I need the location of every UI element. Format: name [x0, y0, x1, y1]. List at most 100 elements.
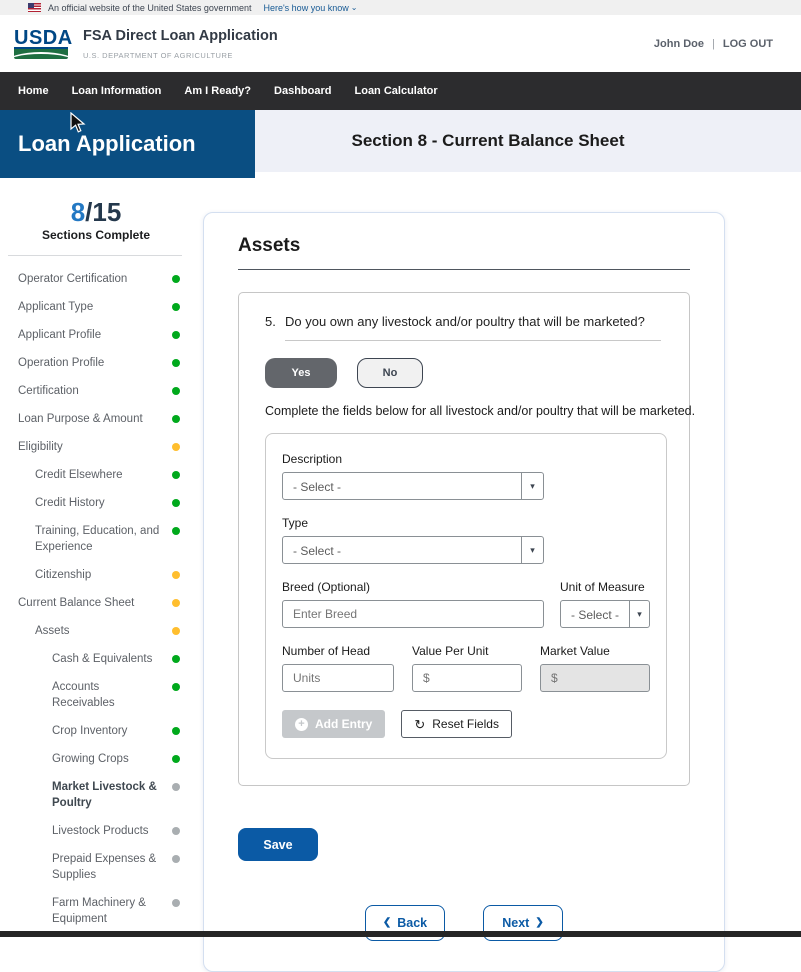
nav-item-home[interactable]: Home	[18, 85, 49, 97]
question-text: 5. Do you own any livestock and/or poult…	[265, 313, 663, 330]
status-dot	[172, 527, 180, 535]
status-dot	[172, 415, 180, 423]
status-dot	[172, 783, 180, 791]
number-of-head-label: Number of Head	[282, 644, 394, 658]
value-per-unit-input[interactable]	[412, 664, 522, 692]
instructions-text: Complete the fields below for all livest…	[265, 404, 710, 419]
usda-logo: USDA	[14, 29, 68, 59]
header-title-block: FSA Direct Loan Application U.S. DEPARTM…	[83, 28, 278, 60]
status-dot	[172, 571, 180, 579]
sidebar-item-growing-crops[interactable]: Growing Crops	[0, 745, 192, 773]
entry-fieldset: Description - Select - ▾ Type - Select -…	[265, 433, 667, 759]
how-you-know-link[interactable]: Here's how you know ⌄	[263, 3, 357, 13]
description-select[interactable]: - Select - ▾	[282, 472, 544, 500]
sidebar-item-credit-history[interactable]: Credit History	[0, 489, 192, 517]
sidebar-item-training-education-experience[interactable]: Training, Education, and Experience	[0, 517, 192, 561]
status-dot	[172, 275, 180, 283]
plus-circle-icon: +	[295, 718, 308, 731]
description-select-toggle[interactable]: ▾	[521, 473, 543, 499]
reset-fields-button[interactable]: ↻ Reset Fields	[401, 710, 512, 738]
question-number: 5.	[265, 313, 285, 330]
main-area: Assets 5. Do you own any livestock and/o…	[192, 178, 801, 972]
breed-field-group: Breed (Optional)	[282, 580, 544, 628]
number-of-head-field-group: Number of Head	[282, 644, 394, 692]
gov-banner-text: An official website of the United States…	[48, 3, 251, 13]
nav-item-loan-information[interactable]: Loan Information	[72, 85, 162, 97]
status-dot	[172, 443, 180, 451]
footer-strip	[0, 931, 801, 937]
sidebar-item-citizenship[interactable]: Citizenship	[0, 561, 192, 589]
user-menu: John Doe | LOG OUT	[654, 38, 773, 50]
status-dot	[172, 855, 180, 863]
divider	[8, 255, 182, 256]
breed-label: Breed (Optional)	[282, 580, 544, 594]
section-header: Section 8 - Current Balance Sheet	[255, 110, 801, 172]
status-dot	[172, 303, 180, 311]
add-entry-button[interactable]: + Add Entry	[282, 710, 385, 738]
unit-of-measure-select[interactable]: - Select - ▾	[560, 600, 650, 628]
status-dot	[172, 471, 180, 479]
type-label: Type	[282, 516, 650, 530]
market-value-label: Market Value	[540, 644, 650, 658]
status-dot	[172, 599, 180, 607]
sidebar-item-prepaid-expenses-supplies[interactable]: Prepaid Expenses & Supplies	[0, 845, 192, 889]
number-of-head-input[interactable]	[282, 664, 394, 692]
sections-complete-count: 8	[71, 197, 85, 227]
sidebar-item-market-livestock-poultry[interactable]: Market Livestock & Poultry	[0, 773, 192, 817]
user-name: John Doe	[654, 38, 704, 50]
sidebar-item-current-balance-sheet[interactable]: Current Balance Sheet	[0, 589, 192, 617]
status-dot	[172, 331, 180, 339]
type-select[interactable]: - Select - ▾	[282, 536, 544, 564]
entry-actions: + Add Entry ↻ Reset Fields	[282, 710, 650, 738]
status-dot	[172, 827, 180, 835]
breed-input[interactable]	[282, 600, 544, 628]
sidebar-item-applicant-profile[interactable]: Applicant Profile	[0, 321, 192, 349]
sidebar-item-farm-machinery-equipment[interactable]: Farm Machinery & Equipment	[0, 889, 192, 933]
progress-label: Sections Complete	[0, 228, 192, 242]
market-value-input	[540, 664, 650, 692]
sidebar-item-operation-profile[interactable]: Operation Profile	[0, 349, 192, 377]
sidebar-item-eligibility[interactable]: Eligibility	[0, 433, 192, 461]
nav-item-am-i-ready[interactable]: Am I Ready?	[184, 85, 251, 97]
sidebar-item-accounts-receivables[interactable]: Accounts Receivables	[0, 673, 192, 717]
status-dot	[172, 683, 180, 691]
section-title: Section 8 - Current Balance Sheet	[351, 131, 624, 151]
divider	[285, 340, 661, 341]
breed-uom-row: Breed (Optional) Unit of Measure - Selec…	[282, 580, 650, 628]
status-dot	[172, 727, 180, 735]
divider	[238, 269, 690, 270]
chevron-right-icon: ❯	[535, 918, 543, 928]
status-dot	[172, 359, 180, 367]
site-header: USDA FSA Direct Loan Application U.S. DE…	[0, 15, 801, 72]
sidebar-item-livestock-products[interactable]: Livestock Products	[0, 817, 192, 845]
sidebar-item-credit-elsewhere[interactable]: Credit Elsewhere	[0, 461, 192, 489]
sidebar-item-loan-purpose-amount[interactable]: Loan Purpose & Amount	[0, 405, 192, 433]
chevron-down-icon: ▾	[530, 546, 535, 555]
nav-item-dashboard[interactable]: Dashboard	[274, 85, 331, 97]
sidebar-item-cash-equivalents[interactable]: Cash & Equivalents	[0, 645, 192, 673]
sidebar-item-crop-inventory[interactable]: Crop Inventory	[0, 717, 192, 745]
save-button[interactable]: Save	[238, 828, 318, 861]
question-box: 5. Do you own any livestock and/or poult…	[238, 292, 690, 786]
sidebar-item-certification[interactable]: Certification	[0, 377, 192, 405]
sidebar-item-assets[interactable]: Assets	[0, 617, 192, 645]
type-select-toggle[interactable]: ▾	[521, 537, 543, 563]
card-title: Assets	[238, 235, 690, 257]
us-flag-icon	[28, 3, 41, 12]
value-per-unit-label: Value Per Unit	[412, 644, 522, 658]
unit-of-measure-select-toggle[interactable]: ▾	[629, 601, 649, 627]
market-value-field-group: Market Value	[540, 644, 650, 692]
sidebar-item-applicant-type[interactable]: Applicant Type	[0, 293, 192, 321]
status-dot	[172, 627, 180, 635]
department-label: U.S. DEPARTMENT OF AGRICULTURE	[83, 51, 278, 60]
no-button[interactable]: No	[357, 358, 423, 388]
nav-item-loan-calculator[interactable]: Loan Calculator	[355, 85, 438, 97]
yes-button[interactable]: Yes	[265, 358, 337, 388]
status-dot	[172, 499, 180, 507]
status-dot	[172, 755, 180, 763]
status-dot	[172, 899, 180, 907]
unit-of-measure-field-group: Unit of Measure - Select - ▾	[560, 580, 650, 628]
status-dot	[172, 655, 180, 663]
sidebar-item-operator-certification[interactable]: Operator Certification	[0, 265, 192, 293]
logout-link[interactable]: LOG OUT	[723, 38, 773, 50]
